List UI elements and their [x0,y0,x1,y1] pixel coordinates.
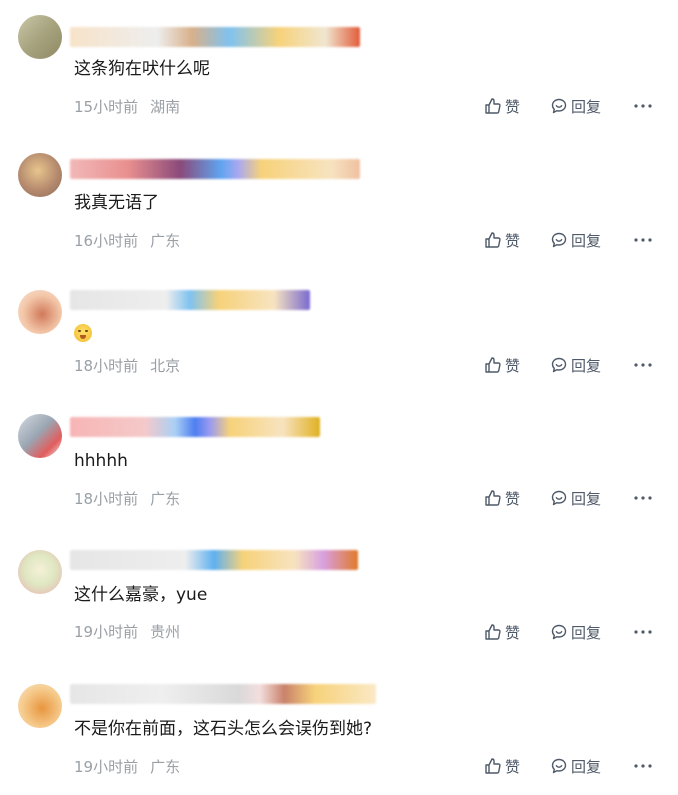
comment-item: 不是你在前面，这石头怎么会误伤到她? 19小时前 广东 赞 回复 [0,670,678,795]
comment-text: 我真无语了 [74,193,159,213]
comment-meta: 15小时前 湖南 [74,97,180,117]
like-label: 赞 [505,489,521,508]
avatar[interactable] [18,153,62,197]
more-dots-icon [634,104,652,108]
reply-label: 回复 [571,356,602,375]
more-dots-icon [634,630,652,634]
like-button[interactable]: 赞 [484,354,520,376]
comment-location: 北京 [150,357,181,375]
avatar[interactable] [18,550,62,594]
comment-time: 19小时前 [74,623,139,641]
comment-time: 18小时前 [74,490,139,508]
comment-item: 我真无语了 16小时前 广东 赞 回复 [0,135,678,265]
comment-actions: 赞 回复 [484,487,654,509]
username-blurred[interactable] [70,27,360,47]
thumbs-up-icon [485,758,501,774]
like-label: 赞 [505,231,521,250]
more-dots-icon [634,238,652,242]
comment-actions: 赞 回复 [484,755,654,777]
thumbs-up-icon [485,232,501,248]
like-button[interactable]: 赞 [484,621,520,643]
thumbs-up-icon [485,357,501,373]
comment-item: 这什么嘉豪，yue 19小时前 贵州 赞 回复 [0,535,678,665]
comment-time: 18小时前 [74,357,139,375]
reply-bubble-icon [551,624,567,640]
more-button[interactable] [632,487,654,509]
comment-meta: 19小时前 广东 [74,757,180,777]
like-label: 赞 [505,623,521,642]
comment-time: 16小时前 [74,232,139,250]
reply-label: 回复 [571,489,602,508]
comment-location: 广东 [150,490,181,508]
more-button[interactable] [632,354,654,376]
reply-bubble-icon [551,232,567,248]
comment-text: 不是你在前面，这石头怎么会误伤到她? [74,719,373,739]
username-blurred[interactable] [70,159,360,179]
comment-meta: 18小时前 广东 [74,489,180,509]
like-label: 赞 [505,97,521,116]
comment-actions: 赞 回复 [484,95,654,117]
comment-time: 19小时前 [74,758,139,776]
comment-time: 15小时前 [74,98,139,116]
thumbs-up-icon [485,98,501,114]
like-button[interactable]: 赞 [484,95,520,117]
comment-location: 广东 [150,758,181,776]
avatar[interactable] [18,684,62,728]
comment-location: 广东 [150,232,181,250]
more-dots-icon [634,363,652,367]
reply-button[interactable]: 回复 [550,229,601,251]
comment-actions: 赞 回复 [484,354,654,376]
comment-text [74,322,92,344]
reply-button[interactable]: 回复 [550,621,601,643]
reply-label: 回复 [571,97,602,116]
reply-label: 回复 [571,231,602,250]
comment-item: hhhhh 18小时前 广东 赞 回复 [0,400,678,530]
comment-actions: 赞 回复 [484,621,654,643]
reply-bubble-icon [551,758,567,774]
comment-item: 这条狗在吠什么呢 15小时前 湖南 赞 回复 [0,0,678,130]
comment-text: 这什么嘉豪，yue [74,585,208,605]
reply-bubble-icon [551,98,567,114]
comment-meta: 19小时前 贵州 [74,622,180,642]
like-button[interactable]: 赞 [484,755,520,777]
comment-text: hhhhh [74,451,128,471]
username-blurred[interactable] [70,290,310,310]
reply-label: 回复 [571,623,602,642]
more-dots-icon [634,764,652,768]
comment-list: 这条狗在吠什么呢 15小时前 湖南 赞 回复 我真无语了 16小时前 广东 赞 … [0,0,678,795]
like-label: 赞 [505,356,521,375]
more-button[interactable] [632,95,654,117]
more-button[interactable] [632,755,654,777]
avatar[interactable] [18,290,62,334]
comment-meta: 16小时前 广东 [74,231,180,251]
comment-actions: 赞 回复 [484,229,654,251]
username-blurred[interactable] [70,550,358,570]
thumbs-up-icon [485,490,501,506]
username-blurred[interactable] [70,417,320,437]
reply-bubble-icon [551,490,567,506]
reply-label: 回复 [571,757,602,776]
avatar[interactable] [18,414,62,458]
reply-bubble-icon [551,357,567,373]
reply-button[interactable]: 回复 [550,354,601,376]
comment-text: 这条狗在吠什么呢 [74,59,210,79]
reply-button[interactable]: 回复 [550,755,601,777]
like-button[interactable]: 赞 [484,229,520,251]
comment-location: 贵州 [150,623,181,641]
comment-meta: 18小时前 北京 [74,356,180,376]
like-label: 赞 [505,757,521,776]
username-blurred[interactable] [70,684,376,704]
comment-item: 18小时前 北京 赞 回复 [0,270,678,400]
reply-button[interactable]: 回复 [550,487,601,509]
thumbs-up-icon [485,624,501,640]
reply-button[interactable]: 回复 [550,95,601,117]
face-emoji [74,324,92,342]
avatar[interactable] [18,15,62,59]
comment-location: 湖南 [150,98,181,116]
more-button[interactable] [632,229,654,251]
more-button[interactable] [632,621,654,643]
more-dots-icon [634,496,652,500]
like-button[interactable]: 赞 [484,487,520,509]
